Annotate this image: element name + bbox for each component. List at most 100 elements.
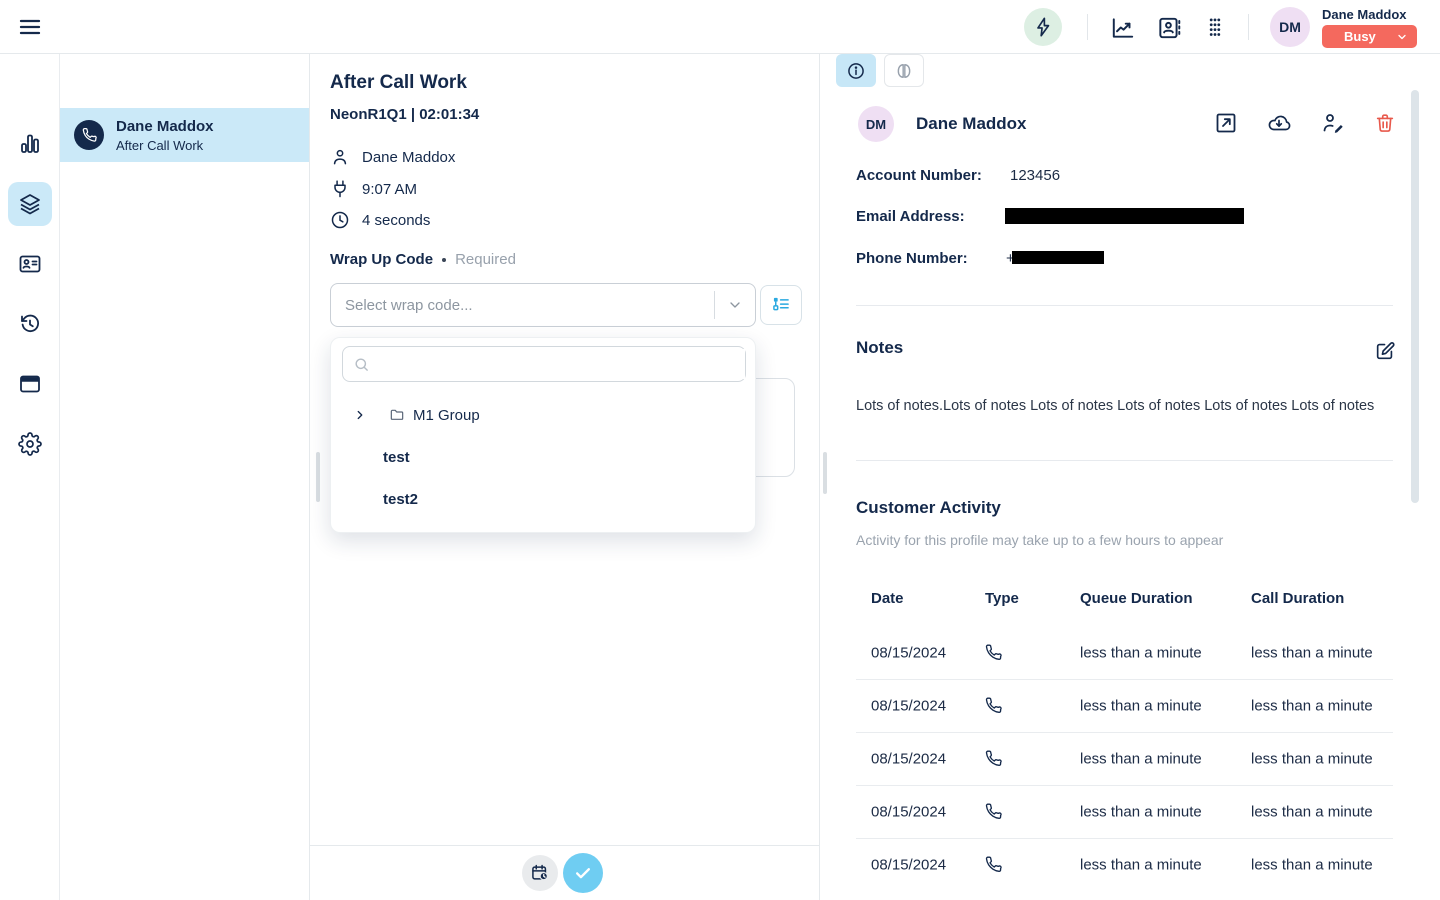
reports-chart-icon[interactable] xyxy=(1110,15,1136,41)
task-phone-avatar xyxy=(74,120,104,150)
notes-content: Lots of notes.Lots of notes Lots of note… xyxy=(856,396,1388,416)
dropdown-option-test2[interactable]: test2 xyxy=(331,480,757,518)
sidebar-item-browser[interactable] xyxy=(18,372,42,396)
topbar-divider xyxy=(1248,14,1249,40)
lightning-icon xyxy=(1032,16,1054,38)
chevron-down-icon xyxy=(1396,31,1408,43)
panel-resize-handle[interactable] xyxy=(316,452,320,502)
wrap-up-code-label: Wrap Up Code xyxy=(330,251,433,268)
hamburger-menu-icon[interactable] xyxy=(17,15,43,39)
nav-sidebar xyxy=(0,54,60,900)
dropdown-option-test[interactable]: test xyxy=(331,438,757,476)
contact-meta-row: Dane Maddox xyxy=(330,147,455,167)
tree-view-button[interactable] xyxy=(760,285,802,325)
row-call-duration: less than a minute xyxy=(1251,804,1373,821)
row-call-duration: less than a minute xyxy=(1251,698,1373,715)
email-redacted-value xyxy=(1005,208,1244,224)
complete-task-button[interactable] xyxy=(563,853,603,893)
activity-hint: Activity for this profile may take up to… xyxy=(856,532,1223,548)
row-call-duration: less than a minute xyxy=(1251,857,1373,874)
activity-table-row[interactable]: 08/15/2024 less than a minute less than … xyxy=(856,732,1393,785)
column-header-date: Date xyxy=(871,590,904,607)
row-date: 08/15/2024 xyxy=(871,751,946,768)
wrap-code-placeholder: Select wrap code... xyxy=(331,297,714,314)
tab-profile-info[interactable] xyxy=(836,54,876,87)
tab-insights[interactable] xyxy=(884,54,924,87)
quick-actions-button[interactable] xyxy=(1024,8,1062,46)
sidebar-item-tasks[interactable] xyxy=(18,192,42,216)
topbar-divider xyxy=(1087,14,1088,40)
work-title: After Call Work xyxy=(330,72,467,94)
row-date: 08/15/2024 xyxy=(871,804,946,821)
panel-resize-handle[interactable] xyxy=(823,452,827,494)
row-call-duration: less than a minute xyxy=(1251,751,1373,768)
dialpad-icon[interactable] xyxy=(1202,15,1228,41)
contact-name-text: Dane Maddox xyxy=(362,149,455,166)
delete-contact-icon[interactable] xyxy=(1374,111,1398,135)
calendar-clock-icon xyxy=(530,863,550,883)
column-header-call-duration: Call Duration xyxy=(1251,590,1344,607)
account-number-value: 123456 xyxy=(1010,167,1060,184)
tree-list-icon xyxy=(771,295,791,315)
required-label: Required xyxy=(455,251,516,268)
vertical-scrollbar[interactable] xyxy=(1411,90,1419,503)
account-number-label: Account Number: xyxy=(856,167,982,184)
sidebar-item-contacts[interactable] xyxy=(18,252,42,276)
plug-icon xyxy=(330,179,350,199)
edit-notes-icon[interactable] xyxy=(1374,340,1398,364)
wrap-code-dropdown: M1 Group test test2 xyxy=(330,337,756,533)
brain-icon xyxy=(894,61,914,81)
sidebar-item-analytics[interactable] xyxy=(18,132,42,156)
row-queue-duration: less than a minute xyxy=(1080,644,1202,661)
after-call-work-panel: After Call Work NeonR1Q1 | 02:01:34 Dane… xyxy=(310,54,820,900)
user-avatar[interactable]: DM xyxy=(1270,7,1310,47)
profile-avatar: DM xyxy=(858,106,894,142)
activity-table-row[interactable]: 08/15/2024 less than a minute less than … xyxy=(856,785,1393,838)
start-time-row: 9:07 AM xyxy=(330,179,417,199)
dropdown-group-m1[interactable]: M1 Group xyxy=(331,396,757,434)
row-queue-duration: less than a minute xyxy=(1080,698,1202,715)
section-divider xyxy=(856,305,1393,306)
chevron-down-icon[interactable] xyxy=(715,297,755,313)
contacts-directory-icon[interactable] xyxy=(1156,15,1182,41)
dropdown-search-box xyxy=(342,346,746,382)
schedule-callback-button[interactable] xyxy=(522,855,558,891)
check-icon xyxy=(573,863,593,883)
person-icon xyxy=(330,147,350,167)
agent-desktop-app: DM Dane Maddox Busy Curren xyxy=(0,0,1440,900)
edit-contact-icon[interactable] xyxy=(1320,111,1344,135)
activity-table-row[interactable]: 08/15/2024 less than a minute less than … xyxy=(856,626,1393,679)
status-label: Busy xyxy=(1344,29,1376,44)
sidebar-item-history[interactable] xyxy=(18,312,42,336)
duration-text: 4 seconds xyxy=(362,212,430,229)
download-cloud-icon[interactable] xyxy=(1266,111,1290,135)
section-divider xyxy=(856,460,1393,461)
task-list-item[interactable]: Dane Maddox After Call Work xyxy=(60,108,309,162)
activity-table-row[interactable]: 08/15/2024 less than a minute less than … xyxy=(856,838,1393,891)
phone-icon xyxy=(985,644,1002,661)
customer-activity-title: Customer Activity xyxy=(856,498,1001,518)
user-name: Dane Maddox xyxy=(1322,7,1407,22)
phone-icon xyxy=(985,698,1002,715)
row-date: 08/15/2024 xyxy=(871,857,946,874)
row-date: 08/15/2024 xyxy=(871,644,946,661)
status-dropdown[interactable]: Busy xyxy=(1322,25,1417,48)
activity-table-row[interactable]: 08/15/2024 less than a minute less than … xyxy=(856,679,1393,732)
group-label: M1 Group xyxy=(413,407,480,424)
notes-title: Notes xyxy=(856,338,903,358)
wrap-search-input[interactable] xyxy=(378,349,745,379)
row-queue-duration: less than a minute xyxy=(1080,751,1202,768)
wrap-up-code-label-row: Wrap Up Code Required xyxy=(330,251,516,268)
row-queue-duration: less than a minute xyxy=(1080,804,1202,821)
row-queue-duration: less than a minute xyxy=(1080,857,1202,874)
sidebar-item-settings[interactable] xyxy=(18,432,42,456)
footer-divider xyxy=(310,845,820,846)
wrap-code-select[interactable]: Select wrap code... xyxy=(330,283,756,327)
column-header-queue-duration: Queue Duration xyxy=(1080,590,1193,607)
row-date: 08/15/2024 xyxy=(871,698,946,715)
phone-icon xyxy=(985,857,1002,874)
row-call-duration: less than a minute xyxy=(1251,644,1373,661)
chevron-right-icon[interactable] xyxy=(353,408,367,422)
open-in-new-icon[interactable] xyxy=(1214,111,1238,135)
task-state-label: After Call Work xyxy=(116,138,203,153)
